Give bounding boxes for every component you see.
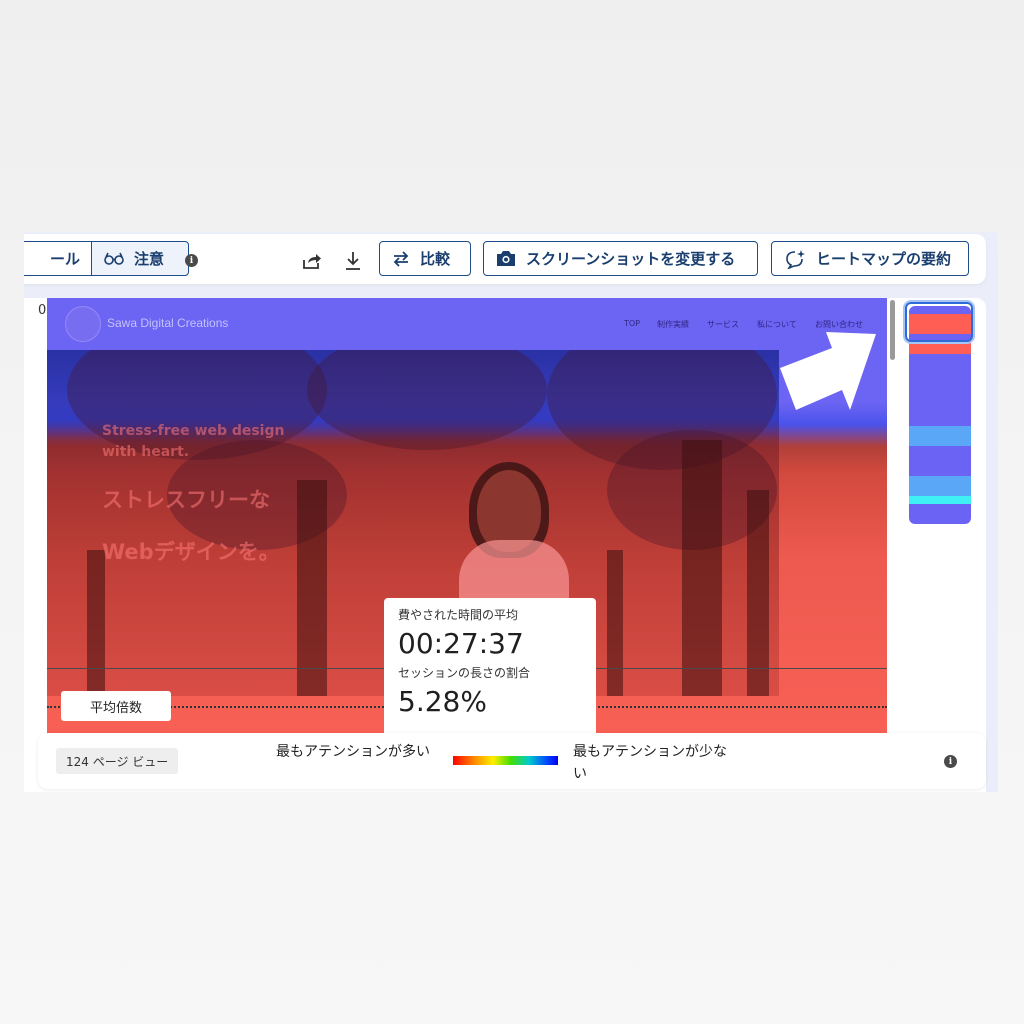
change-screenshot-button[interactable]: スクリーンショットを変更する — [483, 241, 758, 276]
camera-icon — [497, 251, 515, 266]
legend-info-icon[interactable]: i — [944, 755, 957, 768]
compare-label: 比較 — [420, 250, 451, 268]
vertical-scrollbar[interactable] — [890, 300, 895, 360]
site-name: Sawa Digital Creations — [107, 316, 229, 330]
scroll-mode-label: ール — [49, 250, 80, 268]
glasses-icon — [104, 252, 124, 265]
toolbar: ール 注意 i 比較 スクリーンショットを変更する ヒートマップの要約 — [24, 234, 986, 284]
site-nav-top[interactable]: TOP — [624, 319, 640, 328]
heatmap-app-frame: ール 注意 i 比較 スクリーンショットを変更する ヒートマップの要約 0 Sa… — [24, 232, 998, 792]
compare-button[interactable]: 比較 — [379, 241, 471, 276]
heatmap-panel: 0 Sawa Digital Creations TOP 制作実績 サービス 私… — [24, 298, 986, 792]
least-attention-label: 最もアテンションが少ない — [573, 744, 727, 782]
tagline-en-line1: Stress-free web design — [102, 423, 285, 439]
ai-sparkle-icon — [786, 249, 805, 269]
time-spent-label: 費やされた時間の平均 — [398, 608, 519, 622]
download-icon[interactable] — [341, 249, 365, 273]
site-nav-works[interactable]: 制作実績 — [657, 319, 689, 330]
share-icon[interactable] — [300, 249, 324, 273]
attention-tooltip: 費やされた時間の平均 00:27:37 セッションの長さの割合 5.28% — [384, 598, 596, 734]
session-length-value: 5.28% — [398, 685, 487, 718]
time-spent-value: 00:27:37 — [398, 627, 524, 660]
page-views-badge: 124 ページ ビュー — [56, 748, 179, 774]
site-header: Sawa Digital Creations TOP 制作実績 サービス 私につ… — [47, 298, 887, 350]
scroll-offset-value: 0 — [38, 303, 47, 318]
legend-bar: 124 ページ ビュー 最もアテンションが多い 最もアテンションが少ない i — [38, 733, 986, 789]
attention-mode-tab[interactable]: 注意 — [91, 241, 189, 276]
heatmap-summary-label: ヒートマップの要約 — [816, 250, 952, 268]
attention-gradient-scale — [453, 756, 558, 765]
site-logo — [65, 306, 101, 342]
heatmap-summary-button[interactable]: ヒートマップの要約 — [771, 241, 969, 276]
info-icon[interactable]: i — [185, 254, 198, 267]
arrow-pointer-icon — [780, 332, 876, 410]
session-length-label: セッションの長さの割合 — [398, 666, 531, 680]
minimap-viewport-selector[interactable] — [905, 302, 973, 342]
attention-mode-label: 注意 — [134, 250, 165, 268]
scroll-mode-tab[interactable]: ール — [24, 241, 92, 276]
tagline-jp-line1: ストレスフリーな — [102, 488, 270, 512]
tagline-jp-line2: Webデザインを。 — [102, 540, 280, 564]
attention-heatmap-screenshot[interactable]: Sawa Digital Creations TOP 制作実績 サービス 私につ… — [47, 298, 887, 734]
site-nav-services[interactable]: サービス — [707, 319, 739, 330]
swap-icon — [393, 250, 409, 267]
tagline-en-line2: with heart. — [102, 444, 190, 460]
average-fold-label: 平均倍数 — [61, 691, 171, 721]
change-screenshot-label: スクリーンショットを変更する — [526, 250, 736, 268]
most-attention-label: 最もアテンションが多い — [276, 744, 430, 760]
